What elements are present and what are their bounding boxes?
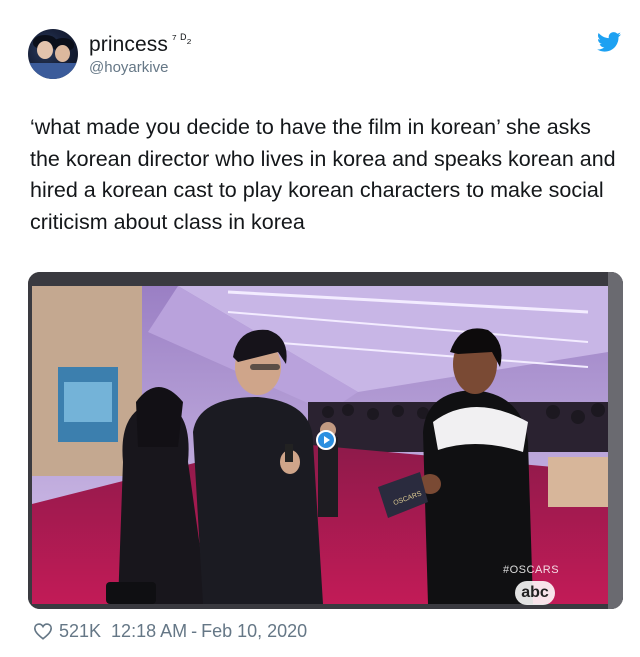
user-handle[interactable]: @hoyarkive: [89, 59, 192, 76]
display-name-suffix: ⁷ ᴰ₂: [172, 31, 192, 46]
tweet-card: princess ⁷ ᴰ₂ @hoyarkive ‘what made you d…: [0, 0, 640, 657]
tweet-footer: 521K 12:18 AM - Feb 10, 2020: [33, 619, 307, 643]
like-count[interactable]: 521K: [59, 621, 101, 642]
separator: -: [191, 620, 198, 641]
tweet-date[interactable]: Feb 10, 2020: [201, 621, 307, 642]
tweet-text: ‘what made you decide to have the film i…: [30, 115, 616, 234]
display-name[interactable]: princess ⁷ ᴰ₂: [89, 31, 192, 57]
tweet-time[interactable]: 12:18 AM: [111, 621, 187, 642]
play-icon[interactable]: [316, 430, 336, 450]
tweet-header: princess ⁷ ᴰ₂ @hoyarkive: [28, 26, 623, 82]
avatar[interactable]: [28, 29, 78, 79]
twitter-bird-icon[interactable]: [597, 32, 621, 52]
abc-logo: abc: [515, 581, 555, 605]
oscars-hashtag: #OSCARS: [503, 564, 560, 576]
user-info: princess ⁷ ᴰ₂ @hoyarkive: [89, 31, 192, 76]
heart-icon[interactable]: [33, 622, 53, 640]
tweet-media-video-frame[interactable]: OSCARS #OSCARS abc: [28, 272, 623, 609]
